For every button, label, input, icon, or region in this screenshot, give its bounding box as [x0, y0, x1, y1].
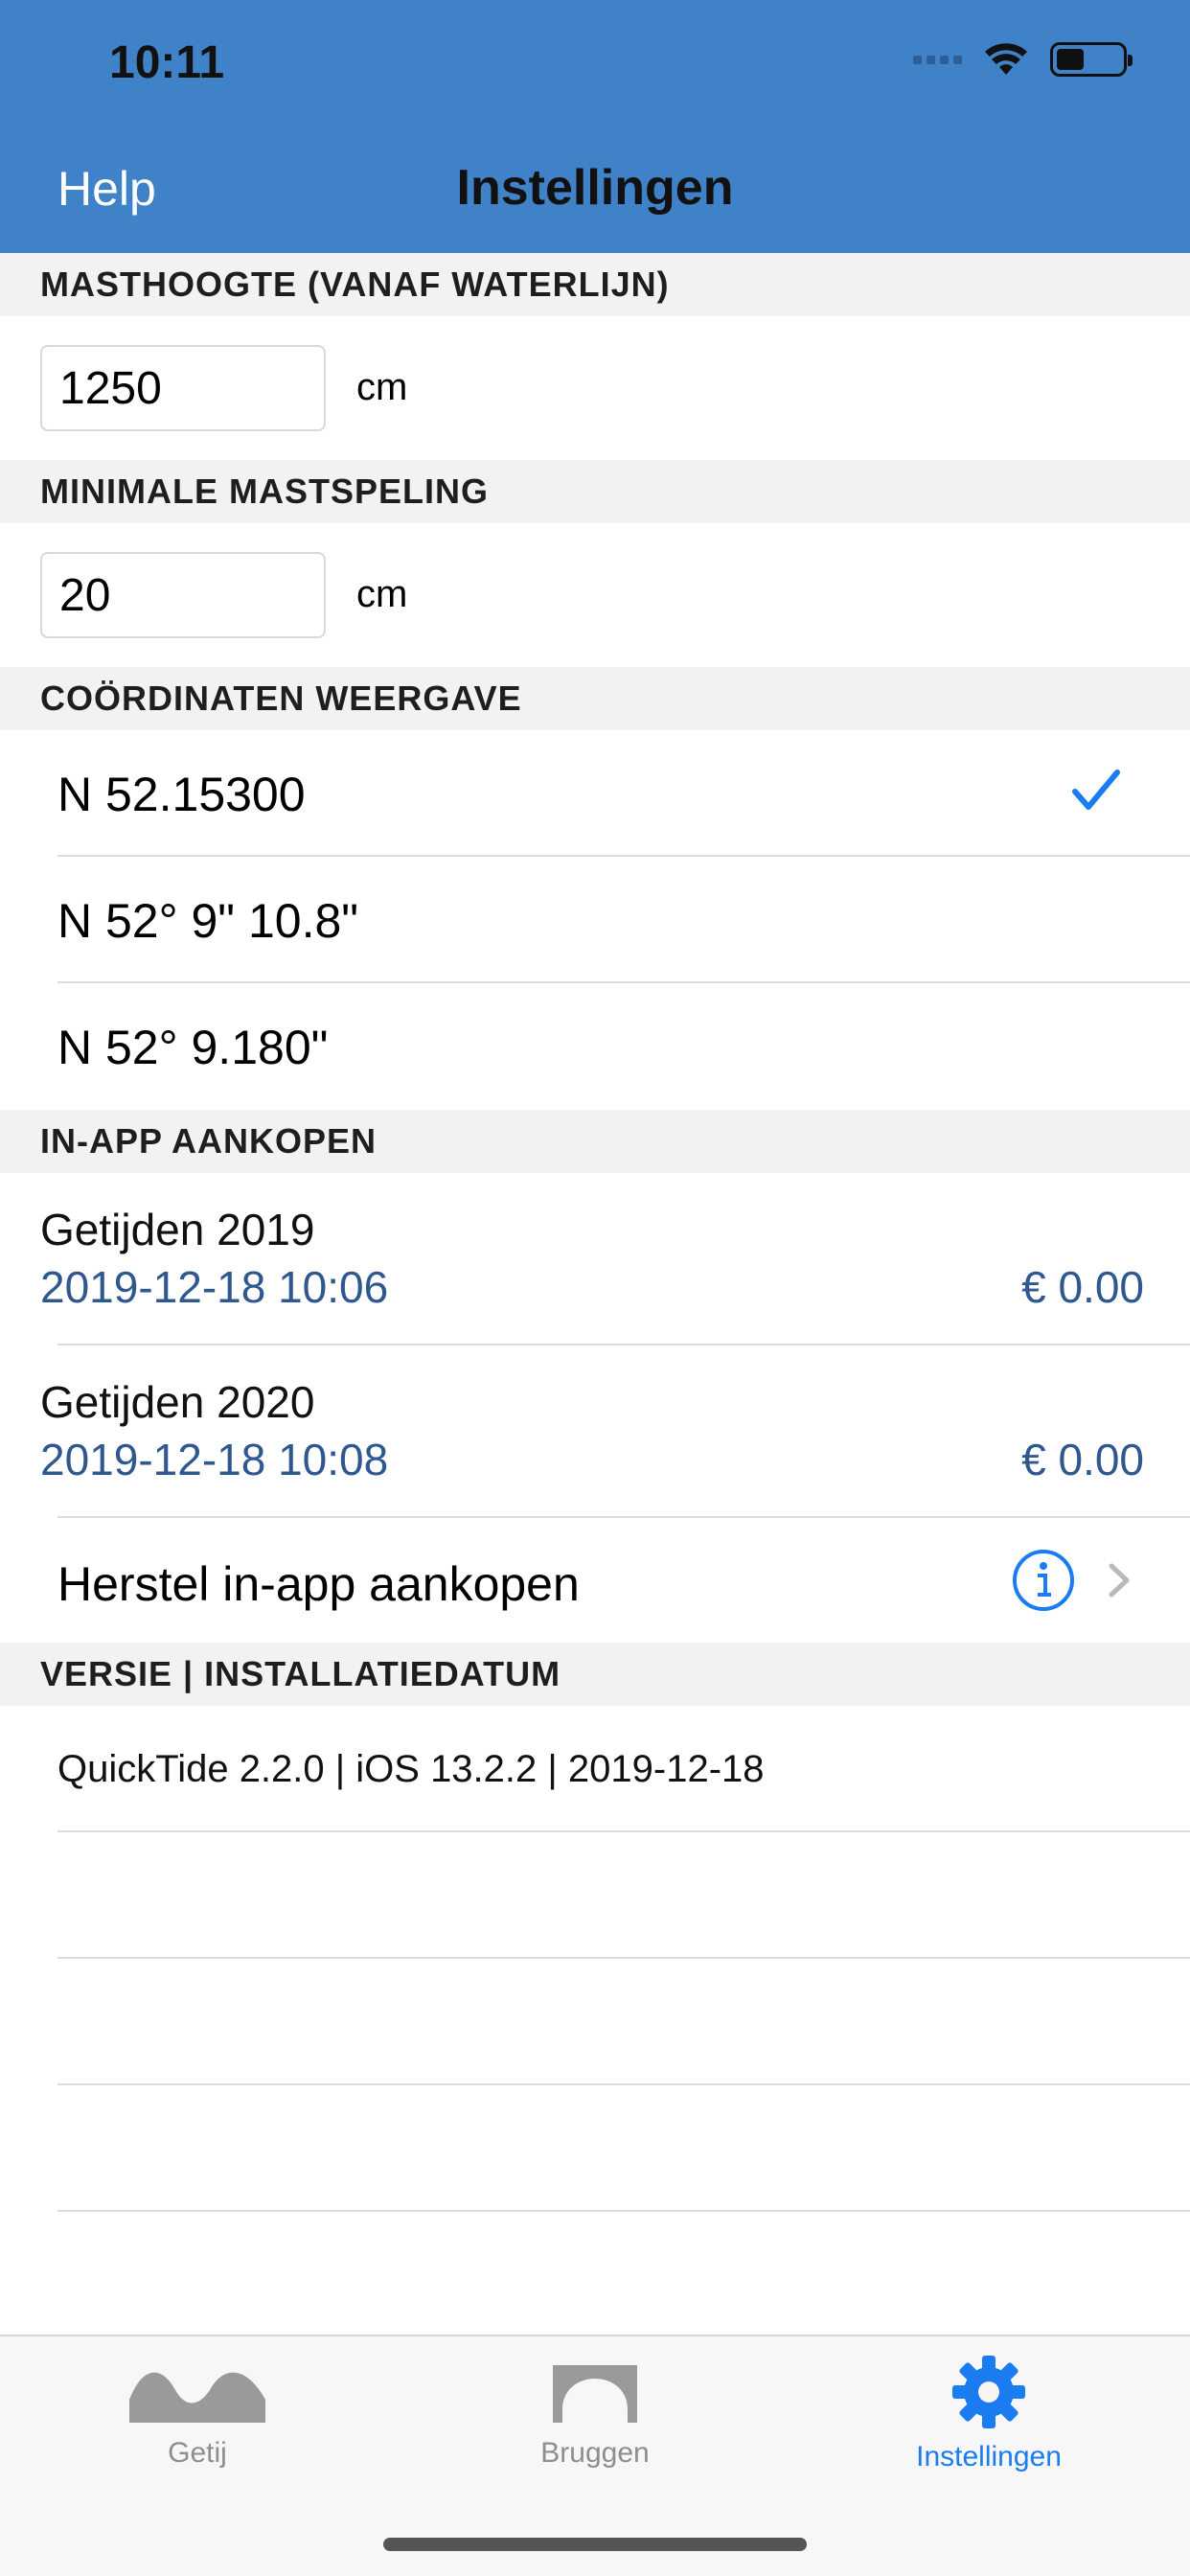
section-header-version: VERSIE | INSTALLATIEDATUM [0, 1643, 1190, 1706]
coordinate-option-label: N 52.15300 [57, 768, 306, 821]
info-icon[interactable] [1012, 1549, 1075, 1612]
status-time: 10:11 [109, 37, 225, 88]
tab-getij[interactable]: Getij [54, 2361, 341, 2470]
status-indicators [913, 42, 1133, 77]
wave-icon [129, 2372, 265, 2423]
section-header-mast-height: MASTHOOGTE (VANAF WATERLIJN) [0, 253, 1190, 316]
purchase-title: Getijden 2019 [40, 1205, 315, 1254]
coordinate-option-decimal[interactable]: N 52.15300 [0, 730, 1190, 857]
purchase-item-2019: Getijden 2019 2019-12-18 10:06 € 0.00 [0, 1173, 1190, 1346]
wifi-icon [983, 42, 1029, 77]
section-header-min-clearance: MINIMALE MASTSPELING [0, 460, 1190, 523]
tab-instellingen[interactable]: Instellingen [845, 2356, 1133, 2473]
empty-row [0, 1832, 1190, 1959]
restore-purchases-label: Herstel in-app aankopen [57, 1557, 580, 1611]
empty-row [0, 1959, 1190, 2085]
tab-label: Bruggen [540, 2437, 650, 2469]
purchase-item-2020: Getijden 2020 2019-12-18 10:08 € 0.00 [0, 1346, 1190, 1518]
mast-height-unit: cm [356, 366, 408, 408]
battery-icon [1050, 42, 1133, 77]
mast-height-row: cm [0, 316, 1190, 460]
purchase-date: 2019-12-18 10:08 [40, 1435, 389, 1484]
coordinate-option-dm[interactable]: N 52° 9.180" [0, 983, 1190, 1110]
coordinate-option-label: N 52° 9.180" [57, 1021, 329, 1074]
tab-label: Getij [168, 2437, 227, 2469]
version-row: QuickTide 2.2.0 | iOS 13.2.2 | 2019-12-1… [0, 1706, 1190, 1832]
empty-row [0, 2085, 1190, 2212]
purchase-title: Getijden 2020 [40, 1377, 315, 1427]
page-title: Instellingen [456, 160, 734, 216]
tab-label: Instellingen [916, 2441, 1062, 2472]
navigation-bar: 10:11 Help Instellingen [0, 0, 1190, 253]
purchase-price: € 0.00 [1021, 1435, 1144, 1484]
purchase-price: € 0.00 [1021, 1262, 1144, 1312]
min-clearance-unit: cm [356, 573, 408, 615]
min-clearance-row: cm [0, 523, 1190, 667]
chevron-right-icon [1109, 1563, 1130, 1598]
min-clearance-input[interactable] [40, 552, 326, 638]
version-text: QuickTide 2.2.0 | iOS 13.2.2 | 2019-12-1… [57, 1748, 765, 1790]
mast-height-input[interactable] [40, 345, 326, 431]
tab-bruggen[interactable]: Bruggen [451, 2361, 739, 2470]
coordinate-option-dms[interactable]: N 52° 9" 10.8" [0, 857, 1190, 983]
section-header-purchases: IN-APP AANKOPEN [0, 1110, 1190, 1173]
section-header-coordinates: COÖRDINATEN WEERGAVE [0, 667, 1190, 730]
checkmark-icon [1072, 770, 1120, 810]
restore-purchases-row[interactable]: Herstel in-app aankopen [0, 1518, 1190, 1643]
bridge-icon [553, 2365, 637, 2423]
cellular-signal-icon [913, 55, 962, 64]
purchase-date: 2019-12-18 10:06 [40, 1262, 389, 1312]
gear-icon [952, 2356, 1025, 2428]
coordinate-option-label: N 52° 9" 10.8" [57, 894, 359, 948]
home-indicator[interactable] [383, 2538, 807, 2551]
